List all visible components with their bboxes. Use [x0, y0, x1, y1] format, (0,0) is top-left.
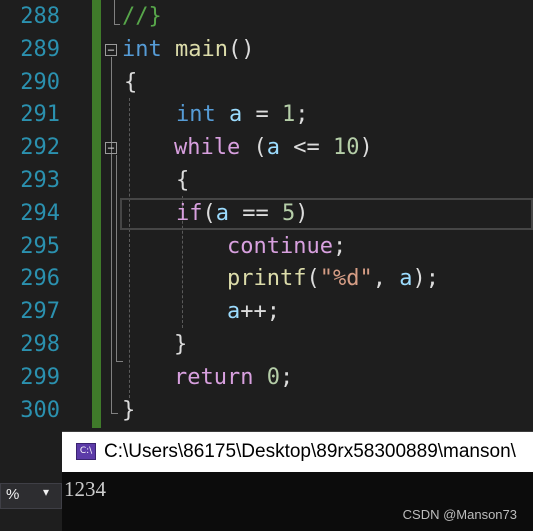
console-icon: C:\: [76, 443, 96, 460]
code-token: continue: [227, 233, 333, 259]
line-number: 294: [20, 200, 60, 226]
collapse-main-icon[interactable]: −: [105, 44, 117, 56]
outline-guide: [116, 155, 117, 361]
line-number: 293: [20, 168, 60, 193]
line-number: 292: [20, 135, 60, 161]
code-token: ): [359, 135, 373, 161]
code-token: 1: [282, 102, 296, 128]
watermark: CSDN @Manson73: [402, 507, 517, 522]
line-number-gutter: 288 289 290 291 292 293 294 295 296 297 298 299 300: [0, 0, 92, 430]
code-line: return 0;: [174, 362, 293, 394]
zoom-value: %: [6, 486, 20, 503]
code-token: //}: [122, 4, 162, 29]
line-number: 291: [20, 102, 60, 128]
code-token: while: [174, 135, 241, 161]
code-token: 0: [266, 364, 280, 390]
outline-guide-end: [114, 24, 120, 25]
code-token: return: [174, 364, 254, 390]
code-token: ++;: [240, 299, 280, 325]
code-token: ): [295, 200, 309, 226]
code-token: 10: [332, 135, 360, 161]
line-number: 297: [20, 299, 60, 325]
console-output: 1234: [64, 477, 106, 501]
code-line: printf("%d", a);: [227, 263, 439, 295]
code-token: a: [229, 102, 243, 128]
code-token: a: [215, 200, 229, 226]
code-token: ==: [229, 200, 282, 226]
code-token: ;: [332, 233, 347, 259]
code-token: ,: [372, 266, 400, 292]
code-token: if: [176, 200, 203, 226]
line-number: 299: [20, 364, 60, 390]
indent-guide: [129, 98, 130, 398]
outline-guide: [114, 0, 115, 24]
outline-guide-end: [116, 361, 123, 362]
code-editor[interactable]: 288 289 290 291 292 293 294 295 296 297 298 299 300 …: [0, 0, 533, 430]
code-line: int a = 1;: [176, 99, 309, 131]
code-line: while (a <= 10): [174, 132, 373, 164]
console-title: C:\Users\86175\Desktop\89rx58300889\mans…: [104, 441, 516, 462]
code-token: {: [176, 168, 190, 193]
line-number: 300: [20, 397, 60, 423]
code-token: 5: [281, 200, 296, 226]
code-token: (): [227, 36, 255, 62]
code-line: //}: [122, 1, 162, 33]
code-token: (: [240, 135, 267, 161]
code-token: a: [227, 299, 241, 325]
code-token: =: [242, 102, 282, 128]
code-line: }: [174, 329, 187, 361]
code-line: continue;: [227, 231, 346, 263]
code-token: a: [399, 266, 413, 292]
editor-left-panel: [0, 430, 62, 530]
code-token: int: [176, 102, 216, 128]
outline-guide-end: [111, 413, 118, 414]
line-number: 298: [20, 332, 60, 357]
code-line: {: [124, 67, 137, 99]
line-number: 296: [20, 266, 60, 292]
code-token: printf: [227, 266, 307, 292]
code-token: (: [306, 266, 320, 292]
code-token: int: [122, 36, 162, 62]
code-token: <=: [279, 135, 333, 161]
code-line: a++;: [227, 296, 280, 328]
change-tracking-bar: [92, 0, 101, 428]
code-line: int main(): [122, 34, 254, 66]
code-token: ;: [295, 102, 309, 128]
chevron-down-icon[interactable]: ▾: [43, 485, 49, 499]
console-title-bar[interactable]: C:\ C:\Users\86175\Desktop\89rx58300889\…: [62, 432, 533, 472]
code-token: {: [124, 69, 138, 95]
code-token: }: [174, 332, 188, 357]
code-line: {: [176, 165, 189, 197]
code-token: ;: [279, 364, 294, 390]
line-number: 289: [20, 36, 60, 62]
code-token: main: [175, 36, 228, 62]
code-token: }: [122, 397, 136, 423]
code-token: a: [266, 135, 280, 161]
code-line: if(a == 5): [176, 198, 308, 230]
zoom-dropdown[interactable]: % ▾: [0, 483, 62, 509]
outline-guide: [111, 57, 112, 413]
line-number: 290: [20, 69, 60, 95]
line-number: 295: [20, 233, 60, 259]
collapse-while-icon[interactable]: −: [105, 142, 117, 154]
code-token: "%d": [319, 266, 373, 292]
code-line: }: [122, 395, 135, 427]
code-token: );: [412, 266, 439, 292]
line-number: 288: [20, 4, 60, 29]
code-token: (: [202, 200, 216, 226]
